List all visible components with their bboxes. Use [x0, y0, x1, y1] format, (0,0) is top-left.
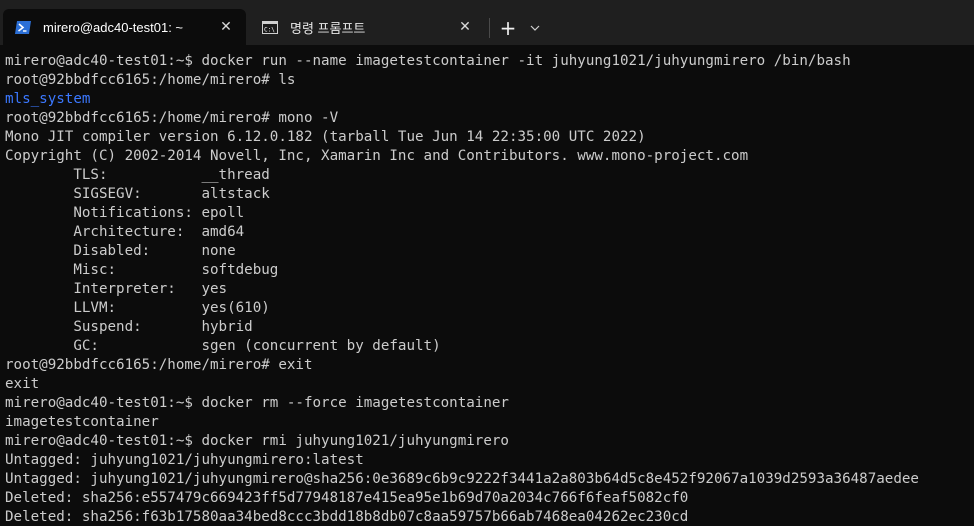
close-tab-icon[interactable]: ✕	[212, 13, 240, 41]
terminal-line: mls_system	[5, 91, 91, 107]
terminal-line: LLVM: yes(610)	[5, 300, 270, 316]
terminal-line: mirero@adc40-test01:~$ docker rmi juhyun…	[5, 433, 509, 449]
tab-title: 명령 프롬프트	[290, 20, 366, 36]
terminal-line: Architecture: amd64	[5, 224, 245, 240]
terminal-line: root@92bbdfcc6165:/home/mirero# ls	[5, 72, 296, 88]
tab-bar: mirero@adc40-test01: ~ ✕ C:\ 명령 프롬프트 ✕ +	[0, 0, 974, 45]
tab-command-prompt[interactable]: C:\ 명령 프롬프트 ✕	[250, 9, 485, 45]
tab-ubuntu-shell[interactable]: mirero@adc40-test01: ~ ✕	[3, 9, 246, 45]
terminal-output[interactable]: mirero@adc40-test01:~$ docker run --name…	[5, 52, 974, 526]
powershell-icon	[15, 20, 31, 34]
terminal-line: Misc: softdebug	[5, 262, 279, 278]
terminal-line: SIGSEGV: altstack	[5, 186, 270, 202]
terminal-line: imagetestcontainer	[5, 414, 159, 430]
terminal-line: Untagged: juhyung1021/juhyungmirero@sha2…	[5, 471, 919, 487]
new-tab-button[interactable]: +	[495, 15, 521, 41]
tab-separator	[489, 18, 490, 38]
terminal-line: Deleted: sha256:f63b17580aa34bed8ccc3bdd…	[5, 509, 689, 525]
cmd-icon: C:\	[262, 20, 278, 34]
terminal-line: Disabled: none	[5, 243, 236, 259]
terminal-line: Notifications: epoll	[5, 205, 245, 221]
terminal-line: GC: sgen (concurrent by default)	[5, 338, 441, 354]
terminal-line: mirero@adc40-test01:~$ docker run --name…	[5, 53, 851, 69]
terminal-line: Suspend: hybrid	[5, 319, 253, 335]
terminal-line: Deleted: sha256:e557479c669423ff5d779481…	[5, 490, 689, 506]
close-tab-icon[interactable]: ✕	[451, 13, 479, 41]
terminal-line: root@92bbdfcc6165:/home/mirero# mono -V	[5, 110, 339, 126]
terminal-line: Mono JIT compiler version 6.12.0.182 (ta…	[5, 129, 646, 145]
svg-text:C:\: C:\	[264, 26, 275, 33]
terminal-line: mirero@adc40-test01:~$ docker rm --force…	[5, 395, 509, 411]
terminal-line: Untagged: juhyung1021/juhyungmirero:late…	[5, 452, 364, 468]
terminal-line: Copyright (C) 2002-2014 Novell, Inc, Xam…	[5, 148, 749, 164]
tab-title: mirero@adc40-test01: ~	[43, 19, 184, 35]
terminal-line: Interpreter: yes	[5, 281, 228, 297]
terminal-line: root@92bbdfcc6165:/home/mirero# exit	[5, 357, 313, 373]
terminal-line: TLS: __thread	[5, 167, 270, 183]
terminal-window: mirero@adc40-test01: ~ ✕ C:\ 명령 프롬프트 ✕ +…	[0, 0, 974, 526]
terminal-line: exit	[5, 376, 40, 392]
chevron-down-icon[interactable]	[524, 15, 546, 41]
